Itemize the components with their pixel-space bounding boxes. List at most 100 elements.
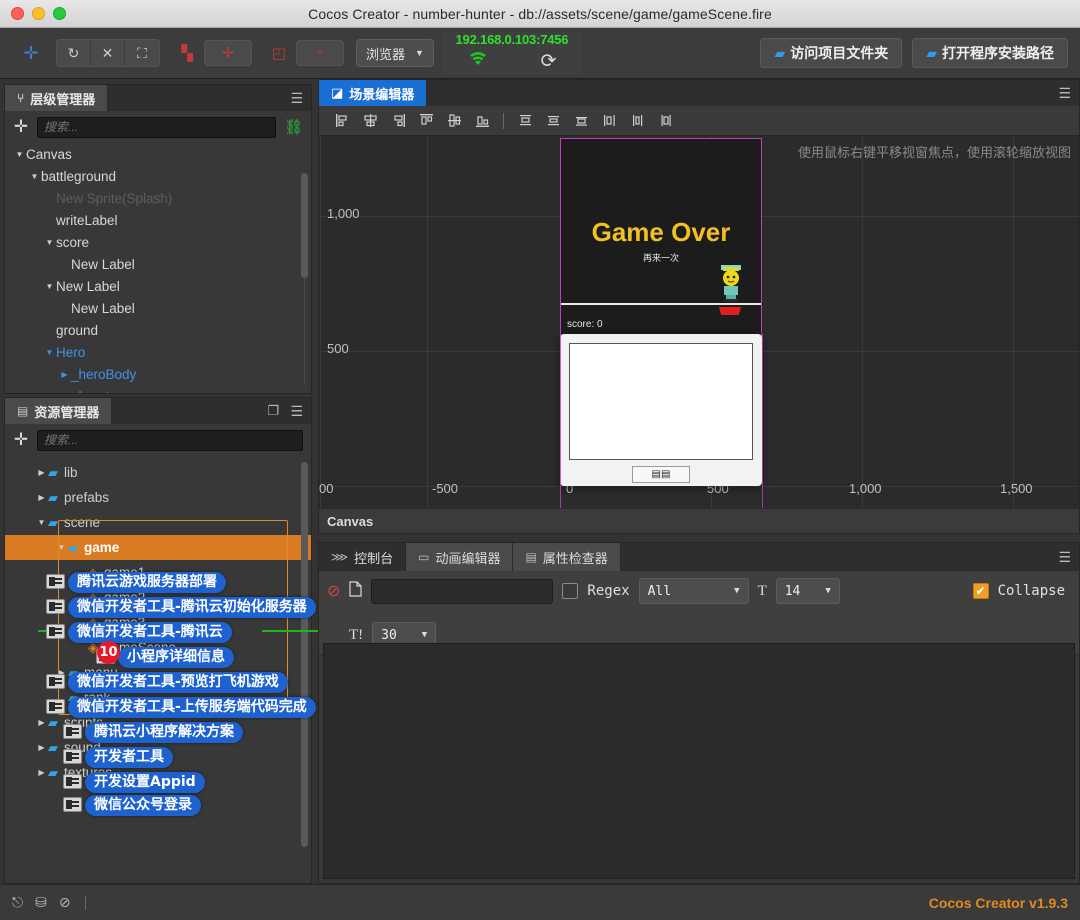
align-hcenter-icon[interactable]	[357, 110, 383, 132]
sync-status-icon[interactable]: ⎋	[12, 894, 23, 911]
align-vcenter-icon[interactable]	[441, 110, 467, 132]
distribute-top-icon[interactable]	[512, 110, 538, 132]
database-status-icon[interactable]: ⛁	[35, 894, 47, 911]
assets-menu-icon[interactable]: ☰	[290, 398, 303, 424]
console-menu-icon[interactable]: ☰	[1058, 543, 1071, 571]
hierarchy-node[interactable]: ▶writeLabel	[5, 209, 311, 231]
distribute-middle-icon[interactable]	[540, 110, 566, 132]
tab-assets[interactable]: ▤ 资源管理器	[5, 398, 112, 424]
clear-console-icon[interactable]: ⊘	[327, 581, 340, 601]
disclosure-triangle-icon[interactable]: ▶	[43, 194, 56, 203]
annotation-chip[interactable]: 开发者工具	[85, 747, 173, 768]
hierarchy-node[interactable]: ▶New Label	[5, 297, 311, 319]
disclosure-triangle-icon[interactable]: ▶	[58, 260, 71, 269]
pivot-toggle-icon[interactable]: ▚	[170, 40, 204, 66]
annotation-chip[interactable]: 微信开发者工具-腾讯云初始化服务器	[68, 597, 316, 618]
duplicate-icon[interactable]: ❐	[267, 398, 279, 424]
preview-target-select[interactable]: 浏览器 ▼	[356, 39, 434, 67]
tab-console[interactable]: ⋙ 控制台	[319, 543, 406, 571]
annotation-chip[interactable]: 微信开发者工具-上传服务端代码完成	[68, 697, 316, 718]
add-node-icon[interactable]: ✛	[13, 117, 29, 137]
disclosure-triangle-icon[interactable]: ▼	[35, 518, 48, 527]
wifi-icon[interactable]	[467, 49, 489, 72]
tab-animation-editor[interactable]: ▭ 动画编辑器	[406, 543, 513, 571]
disclosure-triangle-icon[interactable]: ▶	[35, 743, 48, 752]
hierarchy-node[interactable]: ▼score	[5, 231, 311, 253]
disclosure-triangle-icon[interactable]: ▼	[13, 150, 26, 159]
log-level-select[interactable]: All ▼	[639, 578, 749, 604]
transform-tool-group[interactable]: ↻ ✕ ⛶	[56, 39, 160, 67]
annotation-chip[interactable]: 微信公众号登录	[85, 795, 201, 816]
scene-menu-icon[interactable]: ☰	[1058, 80, 1071, 106]
annotation-chip[interactable]: 微信开发者工具-腾讯云	[68, 622, 232, 643]
console-filter-input[interactable]	[371, 579, 553, 604]
window-controls[interactable]	[0, 7, 66, 20]
align-left-icon[interactable]	[329, 110, 355, 132]
disclosure-triangle-icon[interactable]: ▼	[55, 543, 68, 552]
scale-tool-icon[interactable]: ✕	[91, 40, 125, 66]
disclosure-triangle-icon[interactable]: ▼	[43, 282, 56, 291]
asset-node[interactable]: ▼▰game	[5, 535, 311, 560]
hierarchy-node[interactable]: ▶ground	[5, 319, 311, 341]
link-icon[interactable]: ⛓	[284, 118, 303, 136]
asset-node[interactable]: ▼▰scene	[5, 510, 311, 535]
tab-inspector[interactable]: ▤ 属性检查器	[513, 543, 620, 571]
disclosure-triangle-icon[interactable]: ▶	[58, 304, 71, 313]
scene-canvas[interactable]: 使用鼠标右键平移视窗焦点，使用滚轮缩放视图 1,000 500 00 -500 …	[319, 136, 1079, 508]
mute-status-icon[interactable]: ⊘	[59, 894, 71, 911]
collapse-checkbox[interactable]: ✔	[973, 583, 989, 599]
assets-search-input[interactable]	[37, 430, 303, 451]
annotation-chip[interactable]: 微信开发者工具-预览打飞机游戏	[68, 672, 288, 693]
align-bottom-icon[interactable]	[469, 110, 495, 132]
disclosure-triangle-icon[interactable]: ▶	[58, 370, 71, 379]
disclosure-triangle-icon[interactable]: ▶	[43, 216, 56, 225]
annotation-chip[interactable]: 腾讯云小程序解决方案	[85, 722, 243, 743]
close-button[interactable]	[11, 7, 24, 20]
regex-checkbox[interactable]: ✔	[562, 583, 578, 599]
refresh-icon[interactable]: ⟳	[540, 52, 556, 72]
hierarchy-search-input[interactable]	[37, 117, 276, 138]
disclosure-triangle-icon[interactable]: ▶	[35, 468, 48, 477]
hierarchy-node[interactable]: ▼Canvas	[5, 143, 311, 165]
floating-preview-window[interactable]: ▤▤	[560, 334, 762, 486]
hierarchy-node[interactable]: ▶New Label	[5, 253, 311, 275]
local-coord-icon[interactable]: ◰	[262, 40, 296, 66]
hierarchy-scroll-thumb[interactable]	[301, 173, 308, 278]
distribute-right-icon[interactable]	[652, 110, 678, 132]
move-tool-icon[interactable]: ✛	[14, 40, 48, 66]
disclosure-triangle-icon[interactable]: ▼	[58, 392, 71, 394]
asset-node[interactable]: ▶▰prefabs	[5, 485, 311, 510]
hierarchy-node[interactable]: ▼New Label	[5, 275, 311, 297]
hierarchy-menu-icon[interactable]: ☰	[290, 85, 303, 111]
minimize-button[interactable]	[32, 7, 45, 20]
distribute-left-icon[interactable]	[596, 110, 622, 132]
tab-hierarchy[interactable]: ⑂ 层级管理器	[5, 85, 108, 111]
open-install-path-button[interactable]: ▰ 打开程序安装路径	[912, 38, 1068, 68]
hierarchy-node[interactable]: ▶New Sprite(Splash)	[5, 187, 311, 209]
disclosure-triangle-icon[interactable]: ▼	[43, 238, 56, 247]
distribute-bottom-icon[interactable]	[568, 110, 594, 132]
open-project-folder-button[interactable]: ▰ 访问项目文件夹	[760, 38, 902, 68]
global-coord-icon[interactable]: ◓	[296, 40, 344, 66]
annotation-chip[interactable]: 开发设置Appid	[85, 772, 205, 793]
disclosure-triangle-icon[interactable]: ▶	[75, 643, 88, 652]
add-asset-icon[interactable]: ✛	[13, 430, 29, 450]
hierarchy-tree[interactable]: ▼Canvas▼battleground▶New Sprite(Splash)▶…	[5, 143, 311, 393]
rotate-tool-icon[interactable]: ↻	[57, 40, 91, 66]
font-size-select[interactable]: 14 ▼	[776, 578, 840, 604]
center-toggle-icon[interactable]: ✛	[204, 40, 252, 66]
console-output-area[interactable]	[323, 643, 1075, 879]
disclosure-triangle-icon[interactable]: ▶	[43, 326, 56, 335]
disclosure-triangle-icon[interactable]: ▼	[28, 172, 41, 181]
align-right-icon[interactable]	[385, 110, 411, 132]
hierarchy-node[interactable]: ▶_heroBody	[5, 363, 311, 385]
disclosure-triangle-icon[interactable]: ▶	[35, 493, 48, 502]
hierarchy-node[interactable]: ▼battleground	[5, 165, 311, 187]
disclosure-triangle-icon[interactable]: ▼	[43, 348, 56, 357]
distribute-center-icon[interactable]	[624, 110, 650, 132]
asset-node[interactable]: ▶▰lib	[5, 460, 311, 485]
annotation-chip[interactable]: 小程序详细信息	[118, 647, 234, 668]
rect-tool-icon[interactable]: ⛶	[125, 40, 159, 66]
hierarchy-node[interactable]: ▼Hero	[5, 341, 311, 363]
tab-scene-editor[interactable]: ◪ 场景编辑器	[319, 80, 426, 106]
